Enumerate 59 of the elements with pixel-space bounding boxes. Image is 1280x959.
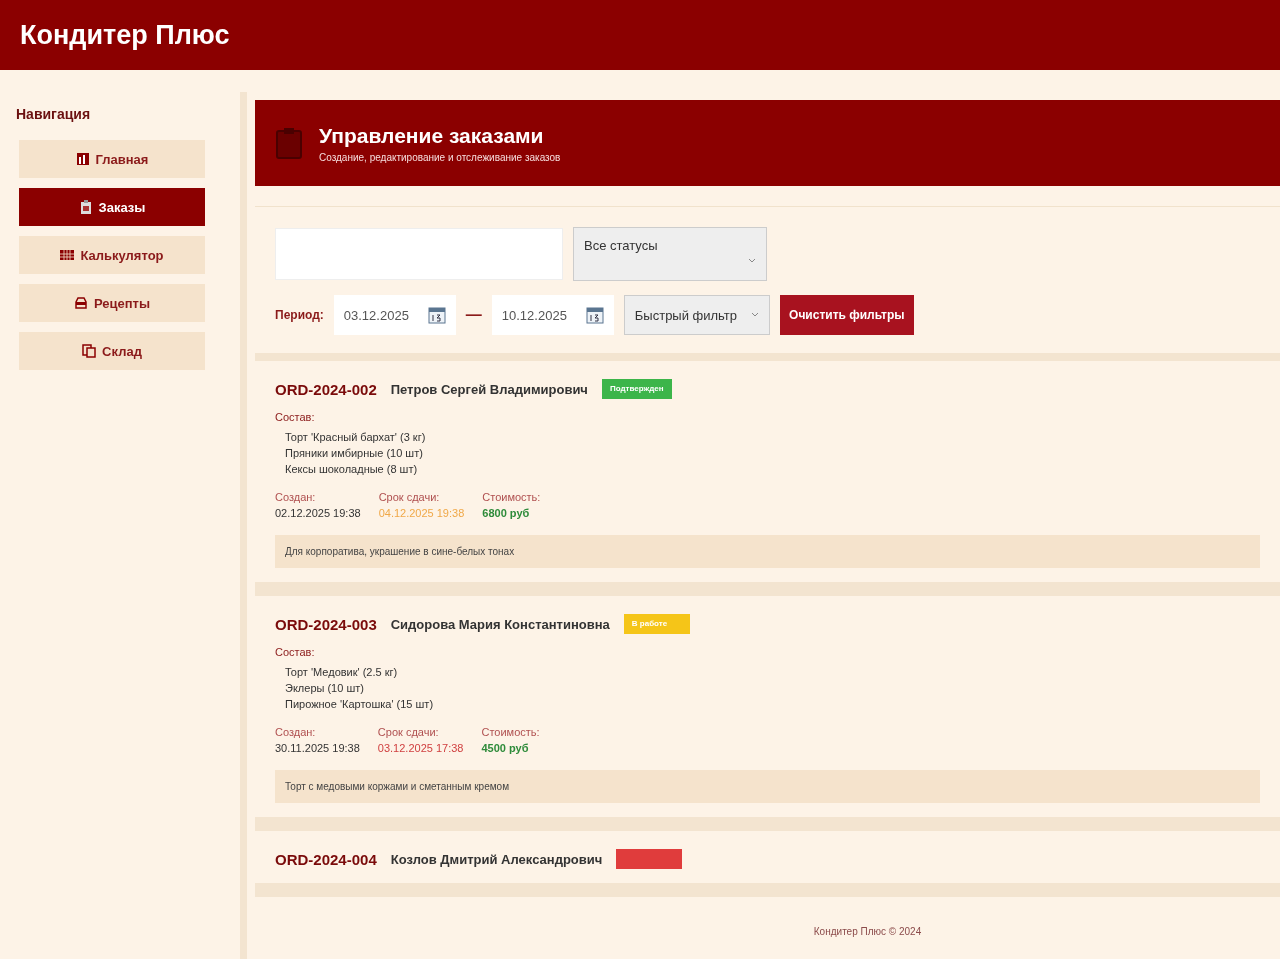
status-badge [616,849,683,869]
deadline-date: 04.12.2025 19:38 [378,507,465,519]
clipboard-icon [78,200,93,214]
created-date: 30.11.2025 19:38 [275,742,360,754]
deadline-date: 03.12.2025 17:38 [377,742,464,754]
order-note: Для корпоратива, украшение в сине-белых тонах [275,535,1260,568]
order-cost: 4500 руб [481,742,530,754]
created-label: Создан: [275,726,317,738]
deadline-label: Срок сдачи: [378,491,441,503]
order-cost: 6800 руб [482,507,531,519]
sidebar-title: Навигация [16,106,92,122]
box-icon [73,296,88,310]
status-badge: В работе [623,614,690,634]
cost-label: Стоимость: [482,491,541,503]
order-item: Торт 'Медовик' (2.5 кг) [285,666,399,678]
cost-label: Стоимость: [481,726,540,738]
app-title: Кондитер Плюс [20,19,230,51]
chevron-down-icon [750,312,759,318]
footer-text: Кондитер Плюс © 2024 [813,925,922,937]
order-id: ORD-2024-003 [275,615,377,633]
chevron-down-icon [748,257,756,264]
deadline-label: Срок сдачи: [377,726,440,738]
order-item: Пирожное 'Картошка' (15 шт) [285,698,435,710]
pages-icon [82,344,97,358]
customer-name: Козлов Дмитрий Александрович [390,851,603,867]
calendar-icon[interactable] [585,306,604,324]
nav-item[interactable]: Заказы [19,188,205,226]
search-field[interactable] [275,228,563,280]
quick-filter-select[interactable]: Быстрый фильтр [623,295,770,335]
clear-filters-button[interactable]: Очистить фильтры [779,295,914,335]
grid-icon [60,248,75,262]
order-note: Торт с медовыми коржами и сметанным кремом [275,770,1260,803]
status-badge: Подтвержден [601,379,672,399]
composition-label: Состав: [275,646,316,658]
clipboard-icon [275,127,303,159]
page-subtitle: Создание, редактирование и отслеживание заказов [319,151,561,163]
order-item: Эклеры (10 шт) [285,682,365,694]
period-label: Период: [275,308,324,322]
nav-item[interactable]: Калькулятор [19,236,205,274]
date-separator: — [465,306,482,324]
nav-item[interactable]: Склад [19,332,205,370]
order-item: Пряники имбирные (10 шт) [285,447,424,459]
page-title: Управление заказами [319,123,545,148]
nav-item[interactable]: Рецепты [19,284,205,322]
chart-icon [75,152,90,166]
created-date: 02.12.2025 19:38 [275,507,361,519]
customer-name: Сидорова Мария Константиновна [390,616,610,632]
created-label: Создан: [275,491,317,503]
order-item: Торт 'Красный бархат' (3 кг) [285,431,427,443]
order-id: ORD-2024-004 [275,850,377,868]
customer-name: Петров Сергей Владимирович [390,381,588,397]
composition-label: Состав: [275,411,316,423]
status-select[interactable]: Все статусы [573,227,767,281]
date-from-field[interactable]: 03.12.2025 [333,295,456,335]
date-to-field[interactable]: 10.12.2025 [491,295,614,335]
order-item: Кексы шоколадные (8 шт) [285,463,419,475]
calendar-icon[interactable] [427,306,446,324]
nav-item[interactable]: Главная [19,140,205,178]
order-id: ORD-2024-002 [275,380,377,398]
